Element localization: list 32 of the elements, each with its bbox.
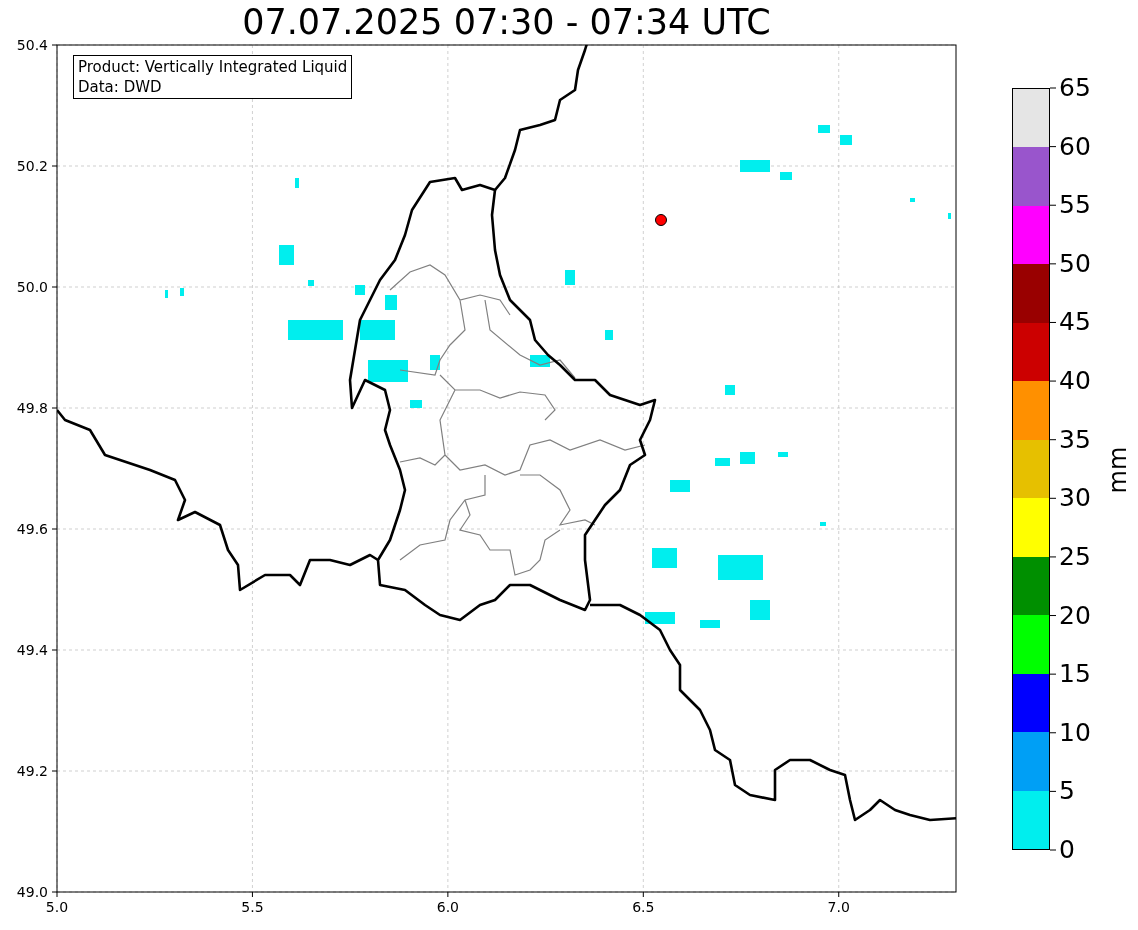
legend-text: Product: Vertically Integrated Liquid [78, 57, 348, 77]
y-tick-label: 50.0 [15, 279, 48, 295]
colorbar-tick-label: 65 [1059, 75, 1091, 101]
colorbar-tick-label: 0 [1059, 837, 1075, 863]
y-tick-label: 49.0 [15, 884, 48, 900]
y-tick-label: 49.2 [15, 763, 48, 779]
y-tick-label: 49.6 [15, 521, 48, 537]
y-tick-label: 49.8 [15, 400, 48, 416]
chart-title: 07.07.2025 07:30 - 07:34 UTC [242, 5, 771, 40]
x-tick-label: 6.0 [435, 900, 460, 914]
y-tick-label: 50.4 [15, 37, 48, 53]
y-tick-label: 49.4 [15, 642, 48, 658]
location-marker [655, 214, 667, 226]
colorbar-tick-label: 55 [1059, 192, 1091, 219]
colorbar-tick-label: 35 [1059, 426, 1091, 453]
colorbar-tick-label: 30 [1059, 485, 1091, 512]
y-tick-label: 50.2 [15, 158, 48, 174]
colorbar-tick-label: 20 [1059, 602, 1091, 629]
colorbar-tick-label: 60 [1059, 133, 1091, 160]
colorbar-tick-label: 10 [1059, 719, 1091, 746]
colorbar-tick-label: 40 [1059, 368, 1091, 395]
x-tick-label: 6.5 [631, 900, 656, 914]
colorbar-tick-label: 45 [1059, 309, 1091, 336]
colorbar-tick-label: 5 [1059, 778, 1075, 805]
legend-text: Data: DWD [78, 77, 163, 97]
colorbar-label: mm [1106, 446, 1130, 494]
x-tick-label: 5.0 [44, 900, 70, 914]
colorbar-tick-label: 50 [1059, 250, 1091, 277]
colorbar-tick-label: 15 [1059, 661, 1091, 688]
x-tick-label: 5.5 [240, 900, 265, 914]
x-tick-label: 7.0 [826, 900, 851, 914]
colorbar-tick-label: 25 [1059, 543, 1091, 570]
